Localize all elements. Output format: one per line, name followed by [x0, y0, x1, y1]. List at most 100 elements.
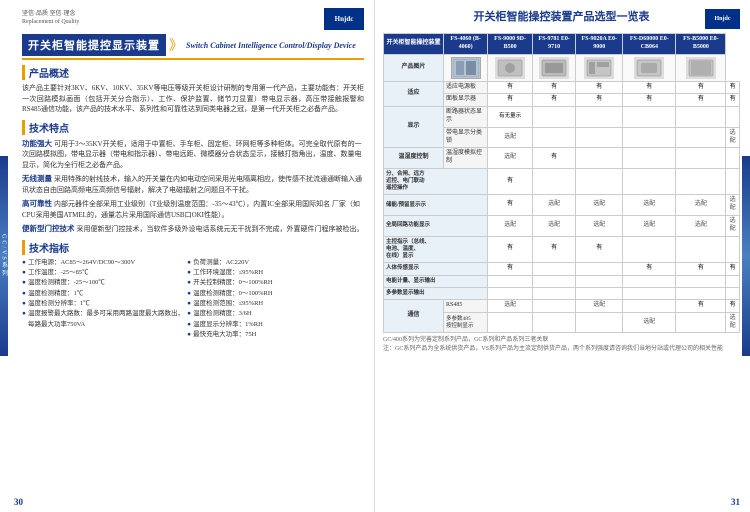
- cell-e1: 有: [488, 195, 533, 216]
- row-group-sensor: 人体传感显示: [384, 263, 488, 276]
- cell-c6: 选配: [726, 215, 740, 236]
- cell-adapt2-1: 有: [488, 94, 533, 107]
- cell-sw6: [726, 168, 740, 194]
- logo-box: Hnjdc: [324, 8, 364, 30]
- subrow-display2: 带电显示分类锁: [444, 127, 488, 148]
- cell-rs3: 选配: [576, 300, 623, 313]
- subrow-adapt2: 面板显示器: [444, 94, 488, 107]
- cell-mp2: [532, 287, 576, 299]
- param-r1: ●负荷测量：AC220V: [187, 258, 351, 268]
- page-header-left: 坚信·品质 坚信·理念 Replacement of Quality Hnjdc: [22, 8, 364, 30]
- cell-m2: 有: [532, 236, 576, 262]
- page-number-left: 30: [14, 497, 23, 507]
- feature-item-1: 功能强大 可用于3～35KV开关柜，适用于中置柜、手车柜、固定柜、环网柜等多种柜…: [22, 138, 364, 171]
- product-img-1: [444, 54, 488, 81]
- cell-c1: 选配: [488, 215, 533, 236]
- cell-s3: [576, 263, 623, 276]
- feature-item-3: 高可靠性 内部元器件全部采用工业级别（T业级别温度范围：-35～43℃），内置I…: [22, 198, 364, 220]
- table-row-multiparams: 多参数显示输出: [384, 287, 740, 299]
- cell-c4: 选配: [623, 215, 676, 236]
- param-r8: ●最快充电大功率：75H: [187, 330, 351, 340]
- tech-params-container: ●工作电源：AC85～264V/DC90～300V ●工作温度：-25～85℃ …: [22, 258, 364, 341]
- page-number-right: 31: [731, 497, 740, 507]
- cell-adapt2-5: 有: [676, 94, 726, 107]
- product-img-2: [488, 54, 533, 81]
- cell-rs5: 有: [676, 300, 726, 313]
- cell-c3: 选配: [576, 215, 623, 236]
- cell-485c3: [576, 312, 623, 333]
- col-header-2: FS-9000 9D-B500: [488, 34, 533, 55]
- cell-m5: [676, 236, 726, 262]
- side-decoration-left: GC/VS系列: [0, 156, 8, 356]
- col-header-5: FS-D60000 E0-CB064: [623, 34, 676, 55]
- cell-mp4: [623, 287, 676, 299]
- cell-e2: 选配: [532, 195, 576, 216]
- footer-note2: 注：GC系列产品为全系统供货产品，VS系列产品为主流定制供货产品，两个系列强度请…: [383, 345, 740, 354]
- cell-adapt1-3: 有: [576, 81, 623, 94]
- param-l1: ●工作电源：AC85～264V/DC90～300V: [22, 258, 186, 268]
- table-row-switch: 分、合闸、远方近控、电门联动遥控操作 有: [384, 168, 740, 194]
- cell-s2: [532, 263, 576, 276]
- right-header: 开关柜智能操控装置产品选型一览表 Hnjdc: [383, 8, 740, 29]
- tech-features: 功能强大 可用于3～35KV开关柜，适用于中置柜、手车柜、固定柜、环网柜等多种柜…: [22, 138, 364, 235]
- row-group-main: 主控指示（总线、电池、温度、在线）显示: [384, 236, 488, 262]
- right-logo: Hnjdc: [705, 9, 740, 29]
- section2-heading: 技术特点: [22, 120, 364, 135]
- col-header-1: FS-4060 (B-4060): [444, 34, 488, 55]
- cell-485c5: [676, 312, 726, 333]
- product-img-6: [676, 54, 726, 81]
- cell-m6: [726, 236, 740, 262]
- param-l5: ●温度检测分辨率：1℃: [22, 299, 186, 309]
- cell-c2: 选配: [532, 215, 576, 236]
- cell-sw4: [623, 168, 676, 194]
- cell-d2-5: [676, 127, 726, 148]
- table-row-comms: 通信 RS485 选配 选配 有 有: [384, 300, 740, 313]
- param-r2: ●工作环境湿度：≤95%RH: [187, 268, 351, 278]
- param-r6: ●温度检测精度：3/6H: [187, 309, 351, 319]
- row-group-circuit: 全局回路功能显示: [384, 215, 488, 236]
- title-en: Switch Cabinet Intelligence Control/Disp…: [186, 41, 356, 50]
- feature-title-1: 功能强大: [22, 139, 52, 148]
- cell-p2: [532, 275, 576, 287]
- cell-485c6: 选配: [726, 312, 740, 333]
- left-page: GC/VS系列 坚信·品质 坚信·理念 Replacement of Quali…: [0, 0, 375, 512]
- title-section: 开关柜智能提控显示装置 》 Switch Cabinet Intelligenc…: [22, 34, 364, 60]
- cell-d2-6: 选配: [726, 127, 740, 148]
- param-l6: ●温度报警最大路数：最多可采用两路温度最大路数出，每路最大功率750VA: [22, 309, 186, 330]
- param-r5: ●温度检测范围：≤95%RH: [187, 299, 351, 309]
- row-group-energy: 储能/预留显示示: [384, 195, 488, 216]
- row-group-switch: 分、合闸、远方近控、电门联动遥控操作: [384, 168, 488, 194]
- param-l4: ●温度检测精度：1℃: [22, 289, 186, 299]
- row-group-multiparams: 多参数显示输出: [384, 287, 488, 299]
- title-arrow: 》: [169, 35, 183, 55]
- cell-rs4: [623, 300, 676, 313]
- cell-adapt2-3: 有: [576, 94, 623, 107]
- subrow-rs485: RS485: [444, 300, 488, 313]
- row-group-power: 电能计量、显示输出: [384, 275, 488, 287]
- col-header-6: FS-B5000 E0-B5000: [676, 34, 726, 55]
- cell-d1-4: [623, 107, 676, 128]
- cell-c5: 选配: [676, 215, 726, 236]
- feature-title-4: 便新型门控技术: [22, 224, 75, 233]
- side-decoration-right: [742, 156, 750, 356]
- cell-m1: 有: [488, 236, 533, 262]
- cell-t6: [726, 148, 740, 169]
- row-group-temp: 温湿度控制: [384, 148, 444, 169]
- cell-mp5: [676, 287, 726, 299]
- cell-p4: [623, 275, 676, 287]
- cell-485c4: 选配: [623, 312, 676, 333]
- right-page: 开关柜智能操控装置产品选型一览表 Hnjdc 开关柜智能操控装置 FS-4060…: [375, 0, 750, 512]
- cell-rs6: 有: [726, 300, 740, 313]
- cell-mp1: [488, 287, 533, 299]
- cell-sw3: [576, 168, 623, 194]
- section1-heading: 产品概述: [22, 65, 364, 80]
- table-row-energy: 储能/预留显示示 有 选配 选配 选配 选配 选配: [384, 195, 740, 216]
- table-row-adapt1: 适应 适应电源板 有 有 有 有 有 有: [384, 81, 740, 94]
- subrow-temp: 温湿度模拟控制: [444, 148, 488, 169]
- side-text-left: GC/VS系列: [0, 234, 9, 278]
- row-group-adapt: 适应: [384, 81, 444, 107]
- cell-s5: 有: [676, 263, 726, 276]
- table-row-temp: 温湿度控制 温湿度模拟控制 选配 有: [384, 148, 740, 169]
- cell-e3: 选配: [576, 195, 623, 216]
- feature-content-4: 采用便新型门控技术，当软件多级外设电话系统元无干扰到不完成，外置硬件门程序被检出…: [77, 225, 364, 233]
